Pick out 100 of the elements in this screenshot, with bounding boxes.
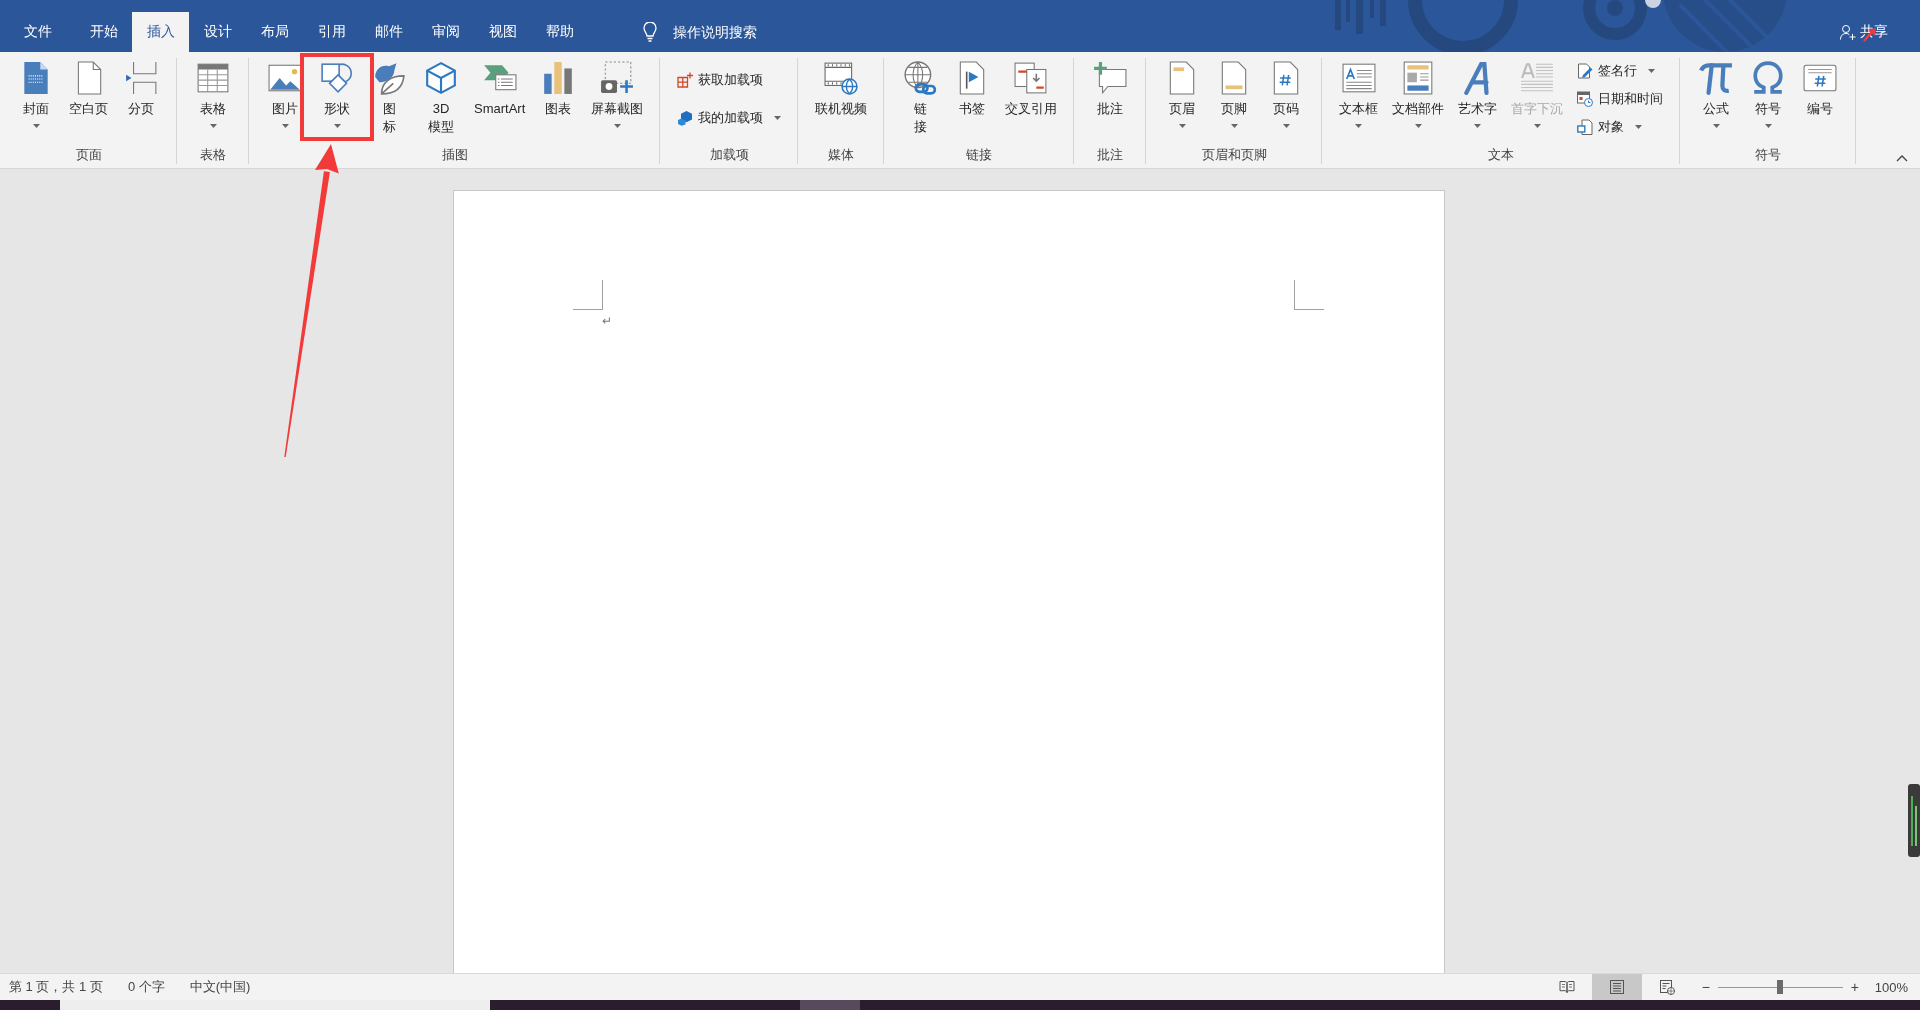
cube-icon: [424, 61, 458, 95]
omega-icon: [1751, 61, 1786, 95]
header-button[interactable]: 页眉: [1159, 54, 1206, 132]
lightbulb-icon: [643, 22, 657, 42]
cubes-icon: [677, 109, 694, 126]
chevron-up-icon: [1896, 155, 1908, 162]
signature-line-button[interactable]: 签名行: [1573, 60, 1668, 82]
film-globe-icon: [824, 61, 859, 95]
page-globe-icon: [1658, 979, 1675, 995]
caret-icon: [1712, 124, 1720, 128]
page-count[interactable]: 第 1 页，共 1 页: [9, 978, 103, 996]
date-time-button[interactable]: 日期和时间: [1573, 88, 1668, 110]
group-label: 表格: [200, 146, 226, 164]
comment-button[interactable]: 批注: [1087, 54, 1134, 132]
pen-page-icon: [1577, 63, 1594, 79]
group-label: 加载项: [709, 146, 749, 164]
caret-icon: [1282, 124, 1290, 128]
person-plus-icon: [1840, 24, 1856, 40]
caret-icon: [1230, 124, 1238, 128]
footer-button[interactable]: 页脚: [1211, 54, 1258, 132]
smartart-button[interactable]: SmartArt: [470, 54, 530, 132]
get-add-ins-button[interactable]: 获取加载项: [673, 69, 786, 92]
caret-icon: [1414, 124, 1422, 128]
caret-icon: [1474, 124, 1482, 128]
symbol-button[interactable]: 符号: [1745, 54, 1792, 132]
print-layout-button[interactable]: [1591, 974, 1642, 1000]
ribbon-tab[interactable]: 布局: [246, 12, 303, 52]
cross-reference-button[interactable]: 交叉引用: [1001, 54, 1062, 132]
blank-page-button[interactable]: 空白页: [65, 54, 112, 132]
ribbon-tab[interactable]: 插入: [132, 12, 189, 52]
page-break-icon: [124, 61, 158, 95]
slider-thumb[interactable]: [1777, 980, 1784, 994]
object-icon: [1577, 119, 1594, 135]
shapes-button[interactable]: 形状: [314, 57, 360, 132]
caret-icon: [1648, 69, 1656, 73]
document-parts-button[interactable]: 文档部件: [1388, 54, 1449, 132]
group-label: 页眉和页脚: [1201, 146, 1267, 164]
comment-plus-icon: [1093, 61, 1128, 95]
zoom-in-button[interactable]: +: [1848, 979, 1861, 995]
ribbon-tab[interactable]: 审阅: [417, 12, 474, 52]
my-add-ins-button[interactable]: 我的加载项: [673, 106, 786, 129]
group-label: 链接: [966, 146, 993, 164]
bookmark-button[interactable]: 书签: [949, 54, 996, 132]
caret-icon: [209, 124, 217, 128]
group-label: 页面: [75, 146, 102, 164]
pi-icon: [1699, 61, 1734, 95]
calendar-clock-icon: [1577, 91, 1594, 107]
text-box-icon: [1341, 61, 1376, 95]
tell-me-search-field[interactable]: 操作说明搜索: [673, 24, 773, 40]
zoom-slider[interactable]: [1717, 980, 1843, 994]
ribbon-tab[interactable]: 帮助: [531, 12, 588, 52]
camera-plus-icon: [600, 61, 635, 95]
table-button[interactable]: 表格: [190, 54, 236, 132]
language-indicator[interactable]: 中文(中国): [189, 978, 251, 996]
zoom-level[interactable]: 100%: [1874, 979, 1908, 995]
corner-mark: [573, 280, 603, 310]
meter-icon: [1908, 784, 1920, 857]
zoom-out-button[interactable]: −: [1699, 979, 1712, 995]
link-button[interactable]: 链接: [897, 54, 944, 150]
ribbon-tab[interactable]: 视图: [474, 12, 531, 52]
ribbon-tab[interactable]: 文件: [9, 12, 66, 52]
page-number-button[interactable]: 页码: [1263, 54, 1310, 132]
ribbon-tab[interactable]: 开始: [75, 12, 132, 52]
cover-page-button[interactable]: 封面: [13, 54, 59, 132]
group-label: 批注: [1097, 146, 1124, 164]
pictures-button[interactable]: 图片: [262, 54, 308, 132]
equation-button[interactable]: 公式: [1693, 54, 1740, 132]
collapse-ribbon-button[interactable]: [1896, 155, 1908, 162]
corner-mark: [1294, 280, 1324, 310]
word-count[interactable]: 0 个字: [127, 978, 165, 996]
page-lines-icon: [1608, 979, 1625, 995]
page-break-button[interactable]: 分页: [118, 54, 164, 132]
grid-plus-icon: [677, 72, 694, 89]
shapes-icon: [320, 61, 354, 95]
book-icon: [1558, 979, 1575, 995]
ribbon-tab[interactable]: 邮件: [360, 12, 417, 52]
caret-icon: [32, 124, 40, 128]
text-box-button[interactable]: 文本框: [1335, 54, 1383, 132]
caret-icon: [1355, 124, 1363, 128]
caret-icon: [613, 124, 621, 128]
online-video-button[interactable]: 联机视频: [811, 54, 872, 132]
two-pages-icon: [1014, 61, 1049, 95]
ribbon-tab[interactable]: 设计: [189, 12, 246, 52]
group-label: 插图: [441, 146, 468, 164]
group-label: 符号: [1755, 146, 1782, 164]
chart-button[interactable]: 图表: [535, 54, 582, 132]
wordart-button[interactable]: 艺术字: [1454, 54, 1502, 132]
icons-button[interactable]: 图标: [366, 54, 412, 150]
group-label: 媒体: [828, 146, 855, 164]
ribbon-tab[interactable]: 引用: [303, 12, 360, 52]
group-label: 文本: [1488, 146, 1515, 164]
table-icon: [196, 61, 230, 95]
object-button[interactable]: 对象: [1573, 116, 1668, 138]
screenshot-button[interactable]: 屏幕截图: [587, 54, 648, 132]
caret-icon: [1533, 124, 1541, 128]
taskbar-search-field[interactable]: [60, 1000, 490, 1010]
caret-icon: [1178, 124, 1186, 128]
numbering-button[interactable]: 编号: [1797, 54, 1844, 132]
caret-icon: [1635, 125, 1643, 129]
caret-icon: [333, 124, 341, 128]
